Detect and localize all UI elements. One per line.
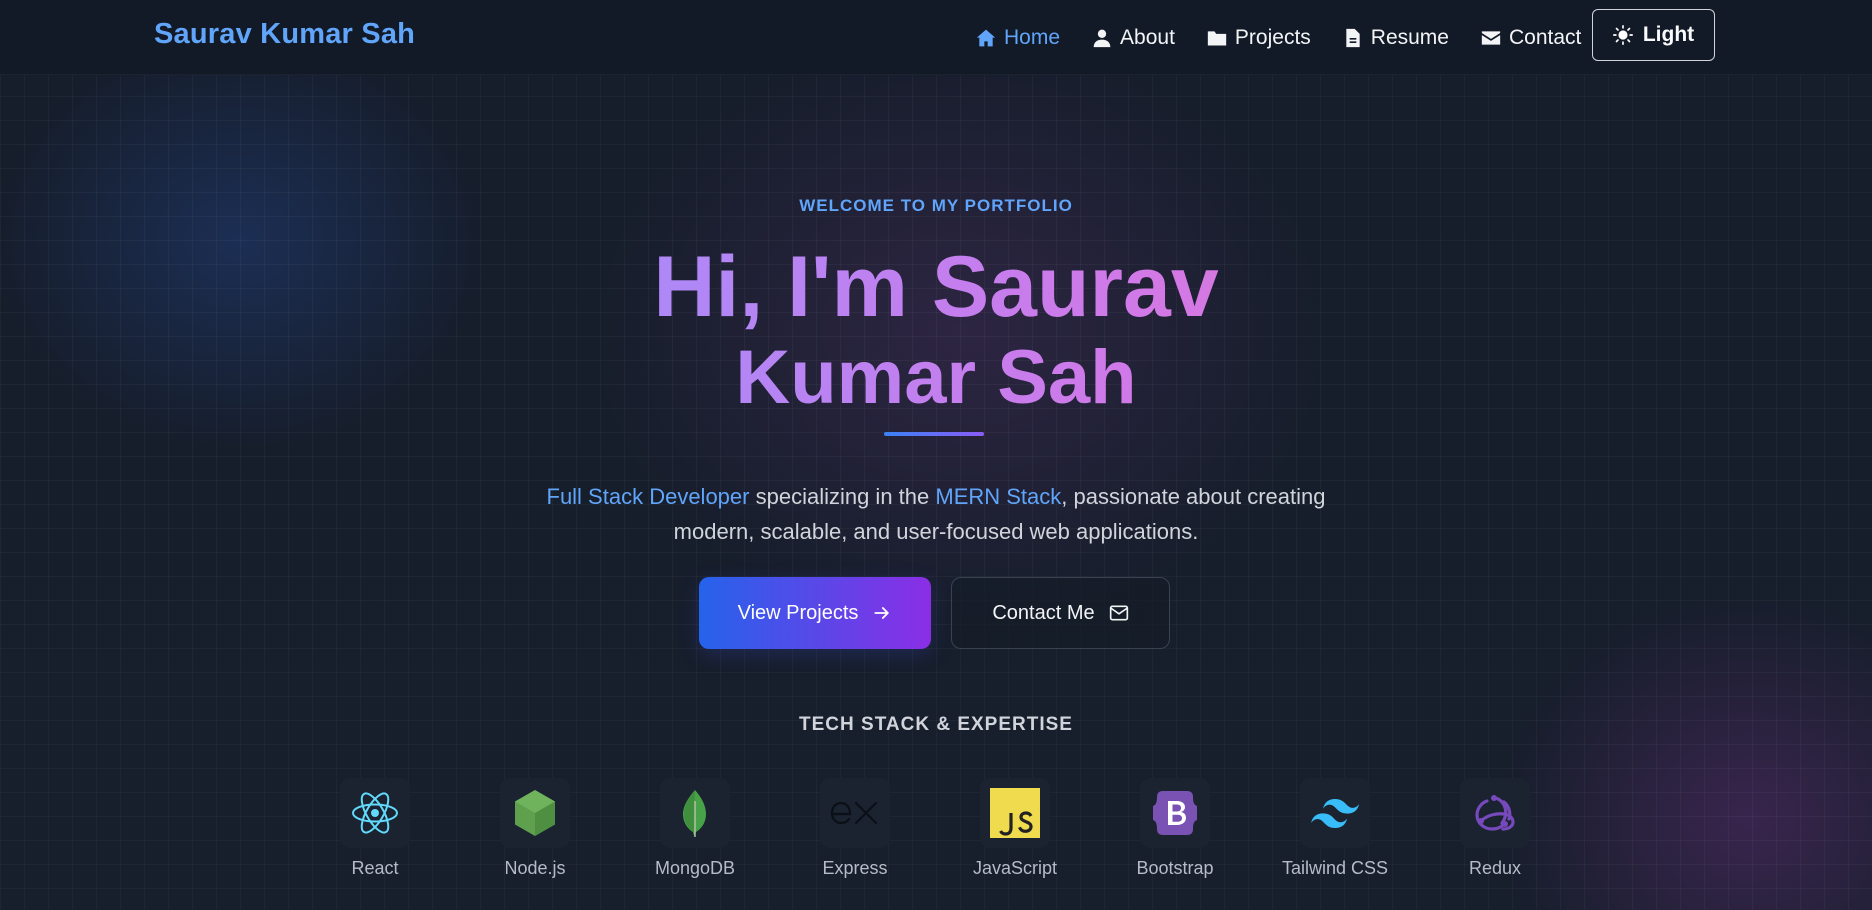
tech-item-react: React (305, 778, 445, 879)
nav-item-contact[interactable]: Contact (1481, 26, 1581, 50)
hero-title-line1: Hi, I'm Saurav (0, 244, 1872, 330)
bootstrap-icon (1140, 778, 1210, 848)
folder-icon (1207, 30, 1227, 45)
view-projects-label: View Projects (737, 601, 859, 624)
tech-stack-title: TECH STACK & EXPERTISE (799, 714, 1073, 735)
express-icon (820, 778, 890, 848)
user-icon (1093, 29, 1111, 47)
tech-item-nodejs: Node.js (465, 778, 605, 879)
nav-item-projects[interactable]: Projects (1207, 26, 1311, 50)
file-icon (1346, 28, 1360, 47)
navbar: Saurav Kumar Sah Home About Projects Res… (0, 0, 1872, 75)
tech-item-express: Express (785, 778, 925, 879)
tech-label: MongoDB (654, 858, 736, 878)
tagline-highlight-role: Full Stack Developer (546, 484, 750, 509)
tech-item-mongodb: MongoDB (625, 778, 765, 879)
arrow-right-icon (874, 607, 890, 619)
tagline-highlight-stack: MERN Stack (935, 484, 1062, 509)
hero-eyebrow: WELCOME TO MY PORTFOLIO (799, 196, 1073, 215)
tech-label: JavaScript (972, 858, 1058, 878)
envelope-icon (1481, 30, 1501, 45)
tech-stack-list: React Node.js MongoDB Express JavaScript… (0, 778, 1872, 908)
title-underline (884, 432, 984, 436)
background-grid (0, 0, 1872, 910)
tailwind-icon (1300, 778, 1370, 848)
nav-item-about[interactable]: About (1092, 26, 1175, 50)
mongodb-icon (660, 778, 730, 848)
nav-item-label: Contact (1508, 25, 1582, 49)
tech-item-bootstrap: Bootstrap (1105, 778, 1245, 879)
nav-item-label: About (1120, 25, 1175, 49)
hero-tagline: Full Stack Developer specializing in the… (0, 479, 1872, 549)
redux-icon (1460, 778, 1530, 848)
mail-outline-icon (1109, 605, 1128, 621)
tech-label: Node.js (504, 858, 566, 878)
view-projects-button[interactable]: View Projects (699, 577, 931, 649)
nav-links: Home About Projects Resume Contact (976, 0, 1613, 75)
tech-item-tailwind: Tailwind CSS (1265, 778, 1405, 879)
sun-icon (1612, 25, 1633, 45)
tagline-text-line2: modern, scalable, and user-focused web a… (673, 519, 1199, 544)
nav-item-resume[interactable]: Resume (1343, 26, 1449, 50)
nav-item-label: Resume (1370, 25, 1449, 49)
tech-label: Redux (1468, 858, 1522, 878)
tech-item-javascript: JavaScript (945, 778, 1085, 879)
tech-item-redux: Redux (1425, 778, 1565, 879)
tech-label: React (351, 858, 399, 878)
nav-item-home[interactable]: Home (976, 26, 1060, 50)
tech-label: Express (822, 858, 888, 878)
javascript-icon (980, 778, 1050, 848)
tech-label: Tailwind CSS (1281, 858, 1389, 878)
theme-toggle-button[interactable]: Light (1592, 9, 1715, 61)
nodejs-icon (500, 778, 570, 848)
nav-item-label: Home (1004, 25, 1061, 49)
tagline-text: , passionate about creating (1061, 484, 1326, 509)
hero-title-line2: Kumar Sah (0, 340, 1872, 416)
contact-me-label: Contact Me (992, 601, 1095, 624)
theme-toggle-label: Light (1642, 23, 1695, 46)
contact-me-button[interactable]: Contact Me (951, 577, 1170, 649)
tagline-text: specializing in the (749, 484, 936, 509)
brand-logo[interactable]: Saurav Kumar Sah (154, 18, 415, 51)
home-icon (976, 29, 996, 46)
tech-label: Bootstrap (1136, 858, 1214, 878)
react-icon (340, 778, 410, 848)
nav-item-label: Projects (1234, 25, 1311, 49)
